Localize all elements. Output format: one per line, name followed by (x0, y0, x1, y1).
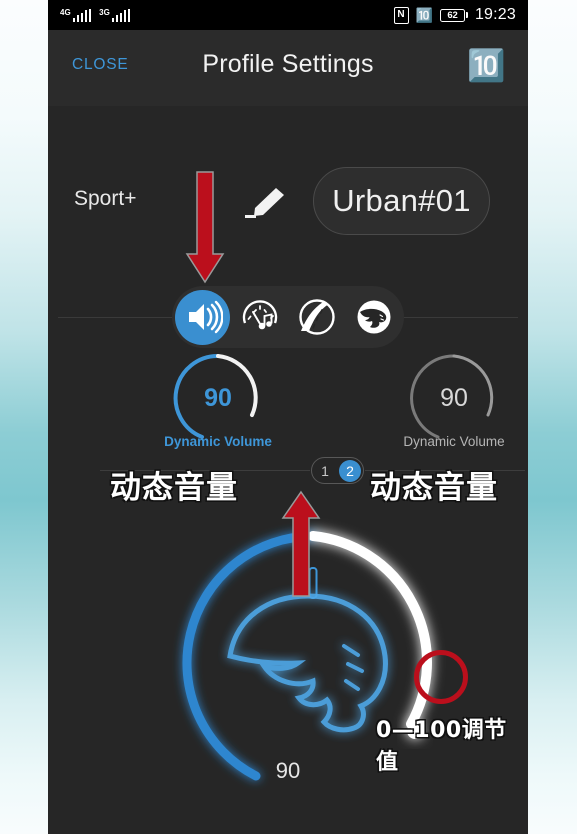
annotation-range-cn: 0—100调节值 (376, 718, 507, 775)
dial-dynamic-volume-active[interactable]: 90 Dynamic Volume (124, 352, 312, 464)
speaker-icon[interactable] (175, 289, 230, 345)
dial-arc-progress (308, 531, 432, 729)
page-dot-1[interactable]: 1 (314, 460, 336, 482)
page-dot-2[interactable]: 2 (339, 459, 361, 482)
profile-row: Sport+ Urban#01 (48, 155, 528, 243)
page-title: Profile Settings (202, 50, 374, 78)
equalizer-gauge-icon[interactable] (232, 290, 287, 345)
battery-indicator: 62 (439, 8, 468, 22)
dial-dynamic-volume-inactive[interactable]: 90 Dynamic Volume (360, 352, 528, 464)
battery-level-text: 62 (439, 8, 465, 22)
red-down-arrow (185, 171, 225, 284)
network-type-1: 4G (60, 7, 71, 17)
panther-logo-icon[interactable] (346, 290, 401, 345)
bluetooth-status-icon: 🔟 (415, 7, 433, 23)
dial-caption: Dynamic Volume (164, 434, 272, 449)
nfc-icon: N (393, 6, 409, 24)
bluetooth-icon[interactable]: 🔟 (467, 50, 506, 81)
red-circle-highlight (414, 650, 468, 704)
screenshot-root: { "status_bar": { "network_1": "4G", "ne… (0, 0, 577, 834)
status-bar-left: 4G 3G (60, 7, 131, 22)
profile-name-button[interactable]: Urban#01 (313, 167, 490, 235)
road-curve-icon[interactable] (289, 290, 344, 345)
pencil-icon[interactable] (243, 185, 289, 219)
status-bar: 4G 3G N 🔟 62 19:23 (48, 0, 528, 30)
dial-value: 90 (440, 384, 468, 412)
panther-head-logo (227, 593, 388, 733)
signal-indicator-1: 4G (60, 7, 92, 22)
status-bar-right: N 🔟 62 19:23 (393, 6, 516, 24)
sport-mode-label: Sport+ (74, 187, 137, 210)
annotation-left-cn: 动态音量 (110, 470, 238, 506)
app-header: CLOSE Profile Settings 🔟 (48, 30, 528, 106)
signal-bars-2 (111, 8, 131, 22)
page-indicator[interactable]: 1 2 (311, 457, 364, 484)
battery-cap (465, 12, 468, 18)
signal-indicator-2: 3G (99, 7, 131, 22)
annotation-right-cn: 动态音量 (370, 470, 498, 506)
red-up-arrow (281, 490, 321, 597)
signal-bars-1 (72, 8, 92, 22)
network-type-2: 3G (99, 7, 110, 17)
phone-screen: 4G 3G N 🔟 62 19:23 CLOSE Profile Setting… (48, 0, 528, 834)
dial-value: 90 (204, 384, 232, 412)
dial-caption: Dynamic Volume (403, 434, 505, 449)
status-bar-clock: 19:23 (474, 6, 516, 23)
feature-tab-row (172, 286, 404, 348)
